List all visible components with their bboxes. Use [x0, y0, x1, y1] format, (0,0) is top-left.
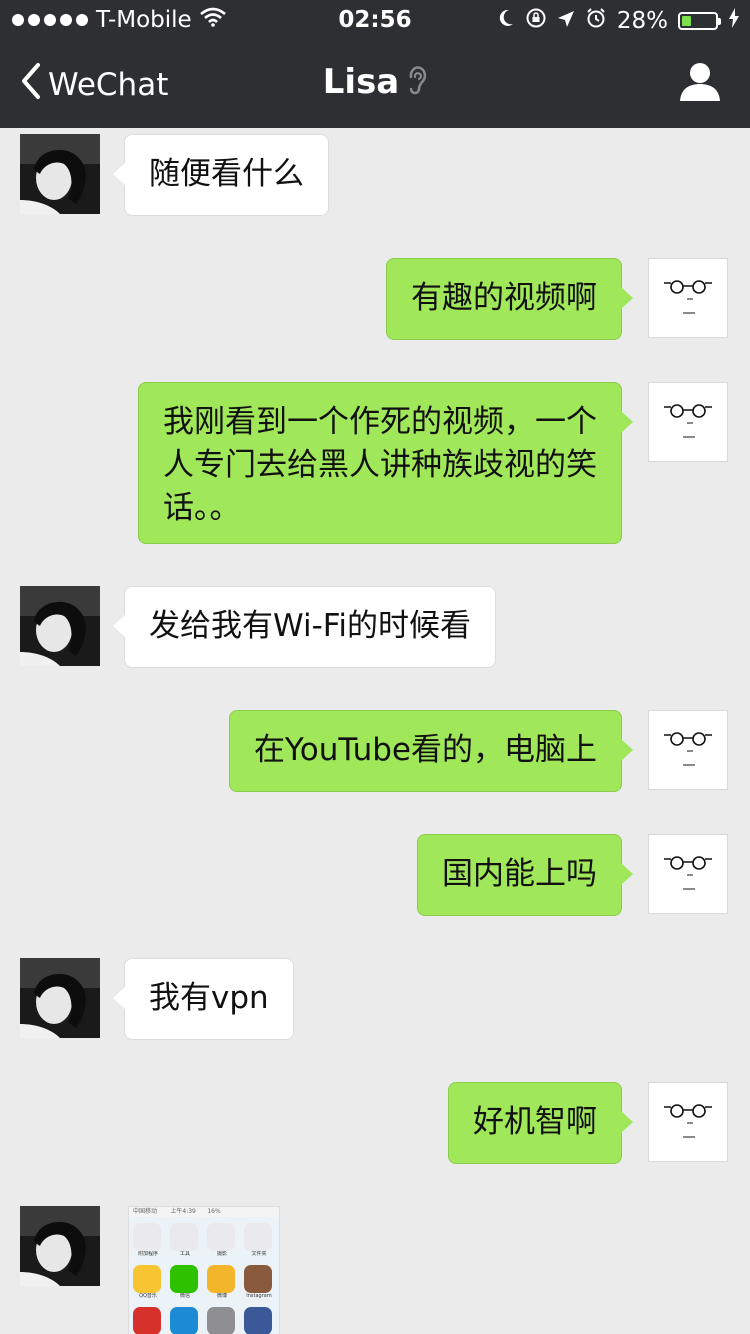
app-icon-tile: [207, 1307, 235, 1334]
app-icon: [133, 1307, 163, 1334]
image-time: 上午4:39: [170, 1208, 196, 1215]
message-row: 随便看什么: [0, 134, 750, 216]
message-row: 国内能上吗: [0, 834, 750, 916]
my-avatar[interactable]: [648, 710, 728, 790]
app-label: 附加程序: [137, 1251, 158, 1257]
contact-name: Lisa: [322, 62, 400, 102]
battery-level: [682, 16, 691, 26]
app-label: QQ音乐: [139, 1293, 157, 1299]
contact-avatar[interactable]: [20, 958, 100, 1038]
contact-avatar[interactable]: [20, 1206, 100, 1286]
message-text: 有趣的视频啊: [411, 280, 597, 316]
message-bubble[interactable]: 国内能上吗: [417, 834, 633, 916]
charging-bolt-icon: [728, 8, 740, 34]
ear-icon: [407, 64, 427, 104]
image-message[interactable]: 中国移动 上午4:39 16% 附加程序 工具 摄影 文件夹 QQ音乐 微信 微博 Insta…: [128, 1206, 280, 1334]
message-bubble[interactable]: 好机智啊: [448, 1082, 633, 1164]
image-status-bar: 中国移动 上午4:39 16%: [129, 1207, 279, 1217]
message-text: 我刚看到一个作死的视频，一个人专门去给黑人讲种族歧视的笑话。。: [163, 404, 597, 526]
app-label: 微博: [216, 1293, 227, 1299]
app-icon-tile: [170, 1265, 198, 1293]
app-grid: 附加程序 工具 摄影 文件夹 QQ音乐 微信 微博 Instagram: [129, 1217, 279, 1334]
my-avatar[interactable]: [648, 834, 728, 914]
image-carrier: 中国移动: [133, 1208, 158, 1215]
my-avatar[interactable]: [648, 382, 728, 462]
status-bar: T-Mobile 02:56 28%: [0, 0, 750, 40]
app-icon-tile: [170, 1223, 198, 1251]
app-icon: [207, 1307, 237, 1334]
app-icon: 文件夹: [244, 1223, 274, 1258]
navigation-bar: WeChat Lisa: [0, 40, 750, 128]
app-icon-tile: [207, 1265, 235, 1293]
app-label: 工具: [179, 1251, 190, 1257]
status-right: 28%: [497, 7, 740, 35]
app-icon-tile: [170, 1307, 198, 1334]
app-icon: [170, 1307, 200, 1334]
message-text: 在YouTube看的，电脑上: [253, 732, 597, 768]
message-text: 国内能上吗: [442, 856, 597, 892]
app-icon: QQ音乐: [133, 1265, 163, 1300]
message-bubble[interactable]: 我有vpn: [113, 958, 294, 1040]
app-icon-tile: [133, 1307, 161, 1334]
app-icon: 附加程序: [133, 1223, 163, 1258]
app-label: Instagram: [246, 1293, 272, 1299]
contact-avatar[interactable]: [20, 586, 100, 666]
message-bubble[interactable]: 随便看什么: [113, 134, 329, 216]
battery-icon: [678, 12, 721, 30]
app-icon: 微信: [170, 1265, 200, 1300]
message-text: 我有vpn: [149, 980, 269, 1016]
app-icon-tile: [244, 1307, 272, 1334]
app-label: 微信: [179, 1293, 190, 1299]
message-row: 我有vpn: [0, 958, 750, 1040]
contact-avatar[interactable]: [20, 134, 100, 214]
message-text: 好机智啊: [473, 1104, 597, 1140]
person-icon: [678, 63, 722, 106]
app-icon-tile: [244, 1223, 272, 1251]
my-avatar[interactable]: [648, 1082, 728, 1162]
message-bubble[interactable]: 有趣的视频啊: [386, 258, 633, 340]
app-icon: 微博: [207, 1265, 237, 1300]
top-bar: T-Mobile 02:56 28% WeChat Lisa: [0, 0, 750, 128]
message-text: 随便看什么: [149, 156, 304, 192]
alarm-icon: [585, 7, 607, 35]
message-bubble[interactable]: 发给我有Wi-Fi的时候看: [113, 586, 496, 668]
message-row: 好机智啊: [0, 1082, 750, 1164]
app-icon-tile: [207, 1223, 235, 1251]
message-bubble[interactable]: 我刚看到一个作死的视频，一个人专门去给黑人讲种族歧视的笑话。。: [138, 382, 633, 544]
app-icon-tile: [133, 1223, 161, 1251]
image-battery: 16%: [207, 1208, 221, 1215]
battery-percent: 28%: [616, 8, 668, 34]
rotation-lock-icon: [525, 7, 547, 35]
app-label: 文件夹: [251, 1251, 267, 1257]
message-row: 有趣的视频啊: [0, 258, 750, 340]
app-icon: 工具: [170, 1223, 200, 1258]
chat-title: Lisa: [0, 62, 750, 104]
app-icon: 摄影: [207, 1223, 237, 1258]
profile-button[interactable]: [678, 62, 722, 106]
app-icon: Instagram: [244, 1265, 274, 1300]
my-avatar[interactable]: [648, 258, 728, 338]
app-label: 摄影: [216, 1251, 227, 1257]
location-icon: [557, 8, 575, 34]
message-row: 发给我有Wi-Fi的时候看: [0, 586, 750, 668]
message-bubble[interactable]: 在YouTube看的，电脑上: [228, 710, 634, 792]
message-row: 我刚看到一个作死的视频，一个人专门去给黑人讲种族歧视的笑话。。: [0, 382, 750, 544]
message-text: 发给我有Wi-Fi的时候看: [149, 608, 471, 644]
app-icon: [244, 1307, 274, 1334]
message-row: 在YouTube看的，电脑上: [0, 710, 750, 792]
app-icon-tile: [133, 1265, 161, 1293]
moon-icon: [497, 8, 515, 34]
app-icon-tile: [244, 1265, 272, 1293]
chat-area[interactable]: 随便看什么 有趣的视频啊 我刚看到一个作死的视频，一个人专门去给黑人讲种族歧视的…: [0, 128, 750, 1334]
